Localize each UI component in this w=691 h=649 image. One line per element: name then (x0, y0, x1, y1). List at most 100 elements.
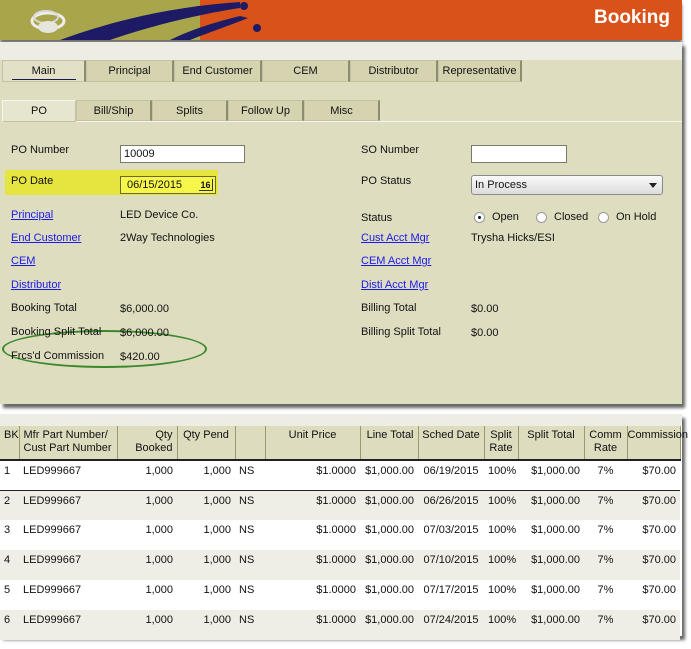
table-row[interactable]: 4 LED999667 1,000 1,000 NS $1.0000 $1,000.00 07… (0, 550, 680, 580)
cell-bk: 6 (0, 610, 19, 640)
cust-acct-mgr-link[interactable]: Cust Acct Mgr (361, 232, 429, 244)
tab-representative[interactable]: Representative (438, 60, 522, 82)
po-status-value: In Process (475, 179, 527, 191)
subtab-po[interactable]: PO (2, 100, 76, 122)
radio-closed-label: Closed (554, 211, 589, 223)
chevron-down-icon (649, 183, 657, 188)
po-number-input[interactable]: 10009 (120, 145, 245, 163)
booking-split-total-value: $6,000.00 (120, 327, 169, 339)
status-radio-open[interactable]: Open (474, 211, 519, 223)
po-date-value: 06/15/2015 (127, 179, 183, 191)
calendar-icon[interactable]: 16 (199, 179, 213, 191)
status-label: Status (361, 212, 393, 224)
subtab-bill-ship[interactable]: Bill/Ship (76, 100, 152, 121)
sub-tab-bar: PO Bill/Ship Splits Follow Up Misc (2, 100, 380, 122)
principal-value: LED Device Co. (120, 209, 199, 221)
cell-comm-rate: 7% (584, 580, 627, 610)
cell-comm-rate: 7% (584, 490, 627, 520)
column-header-line-total[interactable]: Line Total (360, 426, 419, 461)
column-header-bk[interactable]: BK (0, 426, 20, 461)
radio-open-label: Open (492, 211, 519, 223)
booking-form-panel: Main Principal End Customer CEM Distribu… (0, 42, 682, 404)
cell-commission: $70.00 (627, 580, 680, 610)
cell-split-total: $1,000.00 (518, 520, 584, 550)
disti-acct-mgr-link[interactable]: Disti Acct Mgr (361, 279, 428, 291)
cell-line-total: $1,000.00 (360, 580, 418, 610)
cell-bk: 2 (0, 490, 19, 520)
status-radio-closed[interactable]: Closed (536, 211, 588, 223)
cell-bk: 4 (0, 550, 19, 580)
end-customer-value: 2Way Technologies (120, 232, 215, 244)
so-number-input[interactable] (471, 145, 567, 163)
subtab-misc[interactable]: Misc (304, 100, 380, 121)
table-row[interactable]: 5 LED999667 1,000 1,000 NS $1.0000 $1,000.00 07… (0, 580, 680, 610)
cell-line-total: $1,000.00 (360, 460, 418, 491)
table-body: 1 LED999667 1,000 1,000 NS $1.0000 $1,000.00 06… (0, 460, 680, 640)
header-banner: Booking (0, 0, 682, 40)
column-header-commission[interactable]: Commission (627, 426, 688, 461)
cell-unit-price: $1.0000 (265, 610, 360, 640)
cell-line-total: $1,000.00 (360, 490, 418, 520)
tab-main[interactable]: Main (2, 60, 86, 82)
column-header-sched-date[interactable]: Sched Date (418, 426, 485, 461)
table-row[interactable]: 1 LED999667 1,000 1,000 NS $1.0000 $1,000.00 06… (0, 460, 680, 491)
billing-total-value: $0.00 (471, 303, 499, 315)
cell-unit: NS (235, 550, 265, 580)
cell-comm-rate: 7% (584, 550, 627, 580)
cell-split-rate: 100% (484, 610, 518, 640)
cell-split-rate: 100% (484, 520, 518, 550)
column-header-split-rate[interactable]: Split Rate (484, 426, 519, 461)
column-header-qty-booked[interactable]: Qty Booked (117, 426, 178, 461)
table-row[interactable]: 2 LED999667 1,000 1,000 NS $1.0000 $1,000.00 06… (0, 490, 680, 520)
tab-main-label: Main (11, 63, 76, 80)
cell-sched-date: 07/24/2015 (418, 610, 484, 640)
cell-commission: $70.00 (627, 610, 680, 640)
grid-top-strip (0, 414, 682, 426)
principal-link[interactable]: Principal (11, 209, 53, 221)
status-radio-on-hold[interactable]: On Hold (598, 211, 656, 223)
tab-distributor[interactable]: Distributor (350, 60, 438, 82)
tab-cem[interactable]: CEM (262, 60, 350, 82)
end-customer-link[interactable]: End Customer (11, 232, 81, 244)
cell-sched-date: 06/19/2015 (418, 460, 484, 491)
column-header-unit[interactable] (235, 426, 266, 461)
table-row[interactable]: 3 LED999667 1,000 1,000 NS $1.0000 $1,000.00 07… (0, 520, 680, 550)
cell-mfr-part-number: LED999667 (19, 550, 117, 580)
cell-qty-booked: 1,000 (117, 550, 177, 580)
cem-acct-mgr-link[interactable]: CEM Acct Mgr (361, 255, 431, 267)
cem-link[interactable]: CEM (11, 255, 35, 267)
po-status-select[interactable]: In Process (471, 175, 663, 195)
column-header-comm-rate[interactable]: Comm Rate (584, 426, 628, 461)
cust-acct-mgr-value: Trysha Hicks/ESI (471, 232, 555, 244)
cell-unit-price: $1.0000 (265, 460, 360, 491)
booking-total-value: $6,000.00 (120, 303, 169, 315)
cell-commission: $70.00 (627, 490, 680, 520)
subtab-follow-up[interactable]: Follow Up (228, 100, 304, 121)
po-date-input[interactable]: 06/15/2015 16 (120, 176, 216, 194)
cell-mfr-part-number: LED999667 (19, 580, 117, 610)
cell-split-total: $1,000.00 (518, 610, 584, 640)
cell-split-total: $1,000.00 (518, 550, 584, 580)
column-header-split-total[interactable]: Split Total (518, 426, 585, 461)
tab-end-customer[interactable]: End Customer (174, 60, 262, 82)
po-date-label: PO Date (11, 175, 54, 187)
booking-split-total-label: Booking Split Total (11, 326, 102, 338)
column-header-mfr-part-number[interactable]: Mfr Part Number/ Cust Part Number (19, 426, 118, 461)
cell-sched-date: 07/10/2015 (418, 550, 484, 580)
table-row[interactable]: 6 LED999667 1,000 1,000 NS $1.0000 $1,000.00 07… (0, 610, 680, 640)
column-header-unit-price[interactable]: Unit Price (265, 426, 361, 461)
subtab-splits[interactable]: Splits (152, 100, 228, 121)
cell-split-total: $1,000.00 (518, 580, 584, 610)
cell-bk: 3 (0, 520, 19, 550)
cell-qty-pend: 1,000 (177, 520, 235, 550)
distributor-link[interactable]: Distributor (11, 279, 61, 291)
po-number-label: PO Number (11, 144, 70, 156)
cell-line-total: $1,000.00 (360, 520, 418, 550)
column-header-qty-pend[interactable]: Qty Pend (177, 426, 236, 461)
tab-principal[interactable]: Principal (86, 60, 174, 82)
cell-split-total: $1,000.00 (518, 490, 584, 520)
radio-on-hold-label: On Hold (616, 211, 657, 223)
cell-mfr-part-number: LED999667 (19, 610, 117, 640)
cell-qty-booked: 1,000 (117, 490, 177, 520)
billing-total-label: Billing Total (361, 302, 417, 314)
